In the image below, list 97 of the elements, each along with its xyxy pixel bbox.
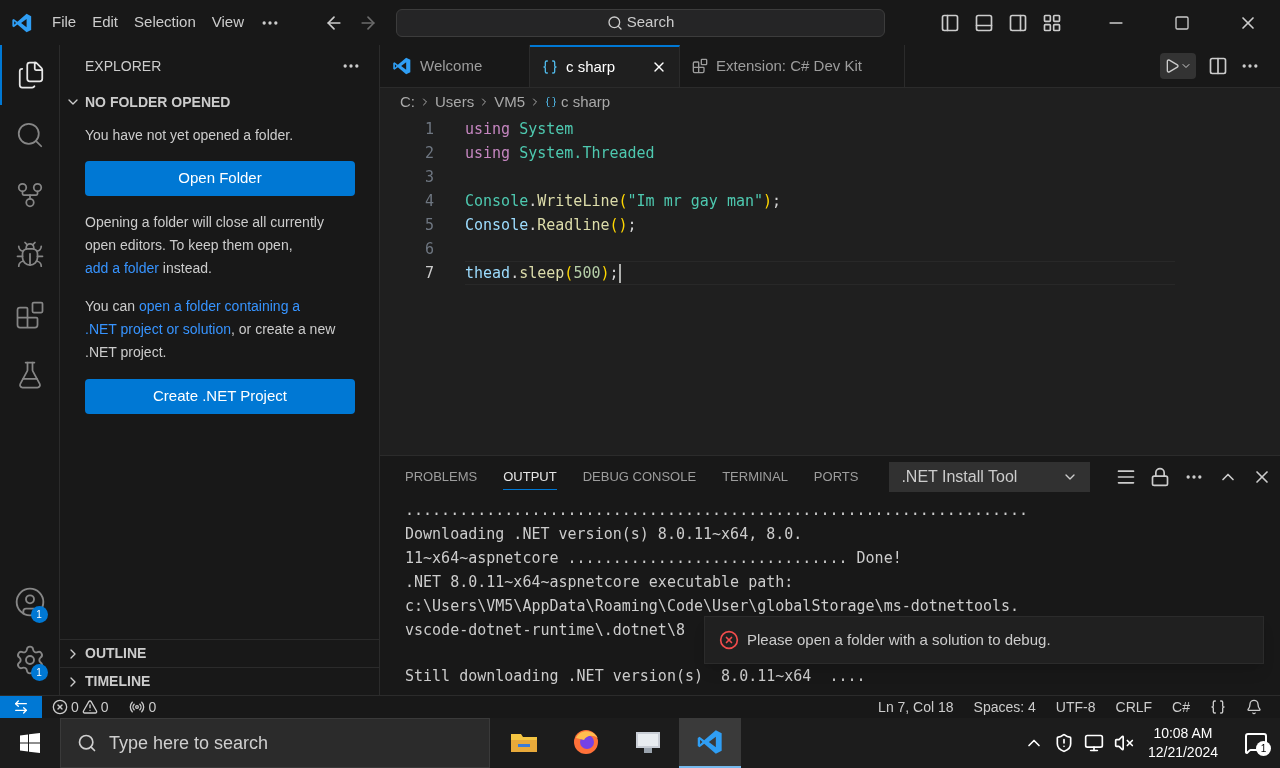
toggle-secondary-sidebar-icon[interactable] — [1008, 12, 1028, 33]
search-field[interactable]: Search — [396, 8, 885, 37]
line-number: 3 — [423, 166, 434, 188]
browser-icon — [572, 728, 600, 756]
code-line: using System — [465, 118, 574, 140]
count-badge: 1 — [30, 606, 48, 623]
search-icon — [77, 733, 97, 753]
sidebar-title: EXPLORER — [85, 56, 162, 76]
blocks-icon — [692, 58, 708, 74]
output-line: c:\Users\VM5\AppData\Roaming\Code\User\globalStorage\ms-dotnettools. — [405, 595, 1020, 617]
line-number: 5 — [423, 214, 434, 236]
sidebar-paragraph: Opening a folder will close all currently open editors. To keep them open, add a folder instead. — [85, 213, 325, 278]
run-button[interactable] — [1160, 53, 1196, 79]
toggle-sidebar-icon[interactable] — [940, 12, 960, 33]
line-number: 1 — [423, 118, 434, 140]
menu-item[interactable]: View — [203, 11, 252, 34]
status-item[interactable]: Spaces: 4 — [973, 696, 1036, 718]
menu-item[interactable]: File — [44, 11, 85, 34]
output-line: Downloading .NET version(s) 8.0.11~x64, 8.0. — [405, 523, 803, 545]
maximize-icon[interactable] — [1174, 14, 1190, 31]
output-line: 11~x64~aspnetcore ............................... Done! — [405, 547, 902, 569]
csharp-file-icon — [545, 96, 557, 108]
bug-icon — [14, 240, 45, 270]
status-item[interactable]: Ln 7, Col 18 — [878, 696, 954, 718]
remote-button[interactable] — [0, 696, 42, 718]
output-line: .NET 8.0.11~x64~aspnetcore executable path: — [405, 571, 794, 593]
sidebar-text: You have not yet opened a folder. — [85, 126, 295, 145]
editor-tab[interactable]: c sharp — [530, 45, 680, 87]
error-icon — [719, 630, 739, 650]
breadcrumb-item[interactable]: C: — [400, 90, 415, 114]
lock-icon[interactable] — [1150, 467, 1170, 487]
notifications-icon[interactable] — [1246, 699, 1262, 715]
csharp-file-icon — [542, 59, 558, 75]
search-icon — [606, 14, 623, 31]
clear-output-icon[interactable] — [1116, 467, 1136, 487]
line-number: 7 — [423, 262, 434, 284]
count-badge: 1 — [30, 664, 48, 681]
problems-button[interactable]: 0 0 — [52, 696, 109, 718]
start-icon[interactable] — [20, 733, 40, 753]
logo-icon — [392, 56, 412, 76]
menu-item[interactable]: Selection — [126, 11, 204, 34]
layout-icon[interactable] — [1042, 12, 1062, 33]
menu-item[interactable]: Edit — [84, 11, 127, 34]
section-header[interactable]: OUTLINE — [60, 639, 379, 667]
code-line: Console.WriteLine("Im mr gay man"); — [465, 190, 782, 212]
line-number: 4 — [423, 190, 434, 212]
line-number: 2 — [423, 142, 434, 164]
account-icon[interactable] — [13, 586, 46, 618]
notification-message: Please open a folder with a solution to debug. — [747, 629, 1051, 650]
network-icon[interactable] — [1083, 733, 1104, 753]
code-line: Console.Readline(); — [465, 214, 637, 236]
text-link[interactable]: add a folder — [85, 260, 159, 276]
panel-tab[interactable]: DEBUG CONSOLE — [582, 464, 697, 490]
warning-icon — [81, 699, 98, 715]
status-item[interactable]: C# — [1172, 696, 1190, 718]
panel-tab[interactable]: PORTS — [813, 464, 859, 490]
status-item[interactable]: CRLF — [1115, 696, 1153, 718]
editor-tab[interactable]: Extension: C# Dev Kit — [680, 45, 905, 87]
clock[interactable]: 10:08 AM 12/21/2024 — [1143, 724, 1222, 762]
text-link[interactable]: .NET project or solution — [85, 321, 232, 337]
text-link[interactable]: open a folder containing a — [139, 298, 301, 314]
panel-tab[interactable]: OUTPUT — [503, 464, 557, 490]
panel-tab[interactable]: PROBLEMS — [405, 464, 478, 490]
output-line: ..................................................................... — [405, 499, 1029, 521]
breadcrumb-item[interactable]: VM5 — [494, 90, 525, 114]
code-editor-icon — [696, 728, 724, 756]
toggle-panel-icon[interactable] — [974, 12, 994, 33]
taskbar-search-field[interactable]: Type here to search — [60, 718, 490, 768]
count-badge: 1 — [1256, 741, 1271, 756]
channel-dropdown[interactable]: .NET Install Tool — [889, 462, 1090, 492]
status-item[interactable]: UTF-8 — [1055, 696, 1096, 718]
volume-muted-icon[interactable] — [1113, 733, 1134, 753]
code-editor[interactable]: 1 using System 2 using System.Threaded 3 4 Console.WriteLine("Im mr gay man"); 5 Console.Readline(); 6 7 thead.sleep(500); — [380, 116, 1280, 455]
sidebar-paragraph: You can open a folder containing a .NET project or solution, or create a new .NET project. — [85, 297, 337, 362]
play-icon — [1164, 58, 1180, 74]
action-center-icon[interactable] — [1244, 731, 1268, 755]
line-number: 6 — [423, 238, 434, 260]
code-line: thead.sleep(500); — [465, 262, 619, 284]
breadcrumb-item[interactable]: Users — [435, 90, 475, 114]
code-line: using System.Threaded — [465, 142, 655, 164]
app-logo-icon — [11, 11, 33, 34]
output-line: Still downloading .NET version(s) 8.0.11~x64 .... — [405, 665, 866, 687]
language-icon[interactable] — [1210, 699, 1226, 715]
split-editor-icon[interactable] — [1208, 56, 1228, 76]
create-project-button[interactable]: Create .NET Project — [85, 379, 355, 414]
breadcrumb-item[interactable]: c sharp — [561, 90, 611, 114]
open-folder-button[interactable]: Open Folder — [85, 161, 355, 196]
antenna-icon — [128, 699, 145, 715]
text-cursor — [618, 263, 621, 283]
monitor-icon — [634, 729, 662, 755]
blocks-icon — [14, 300, 45, 330]
ports-button[interactable]: 0 — [128, 696, 157, 718]
panel-tab[interactable]: TERMINAL — [722, 464, 788, 490]
error-icon — [52, 699, 68, 715]
remote-icon — [13, 699, 29, 715]
section-header[interactable]: NO FOLDER OPENED — [60, 87, 379, 117]
output-line: vscode-dotnet-runtime\.dotnet\8 — [405, 619, 685, 641]
